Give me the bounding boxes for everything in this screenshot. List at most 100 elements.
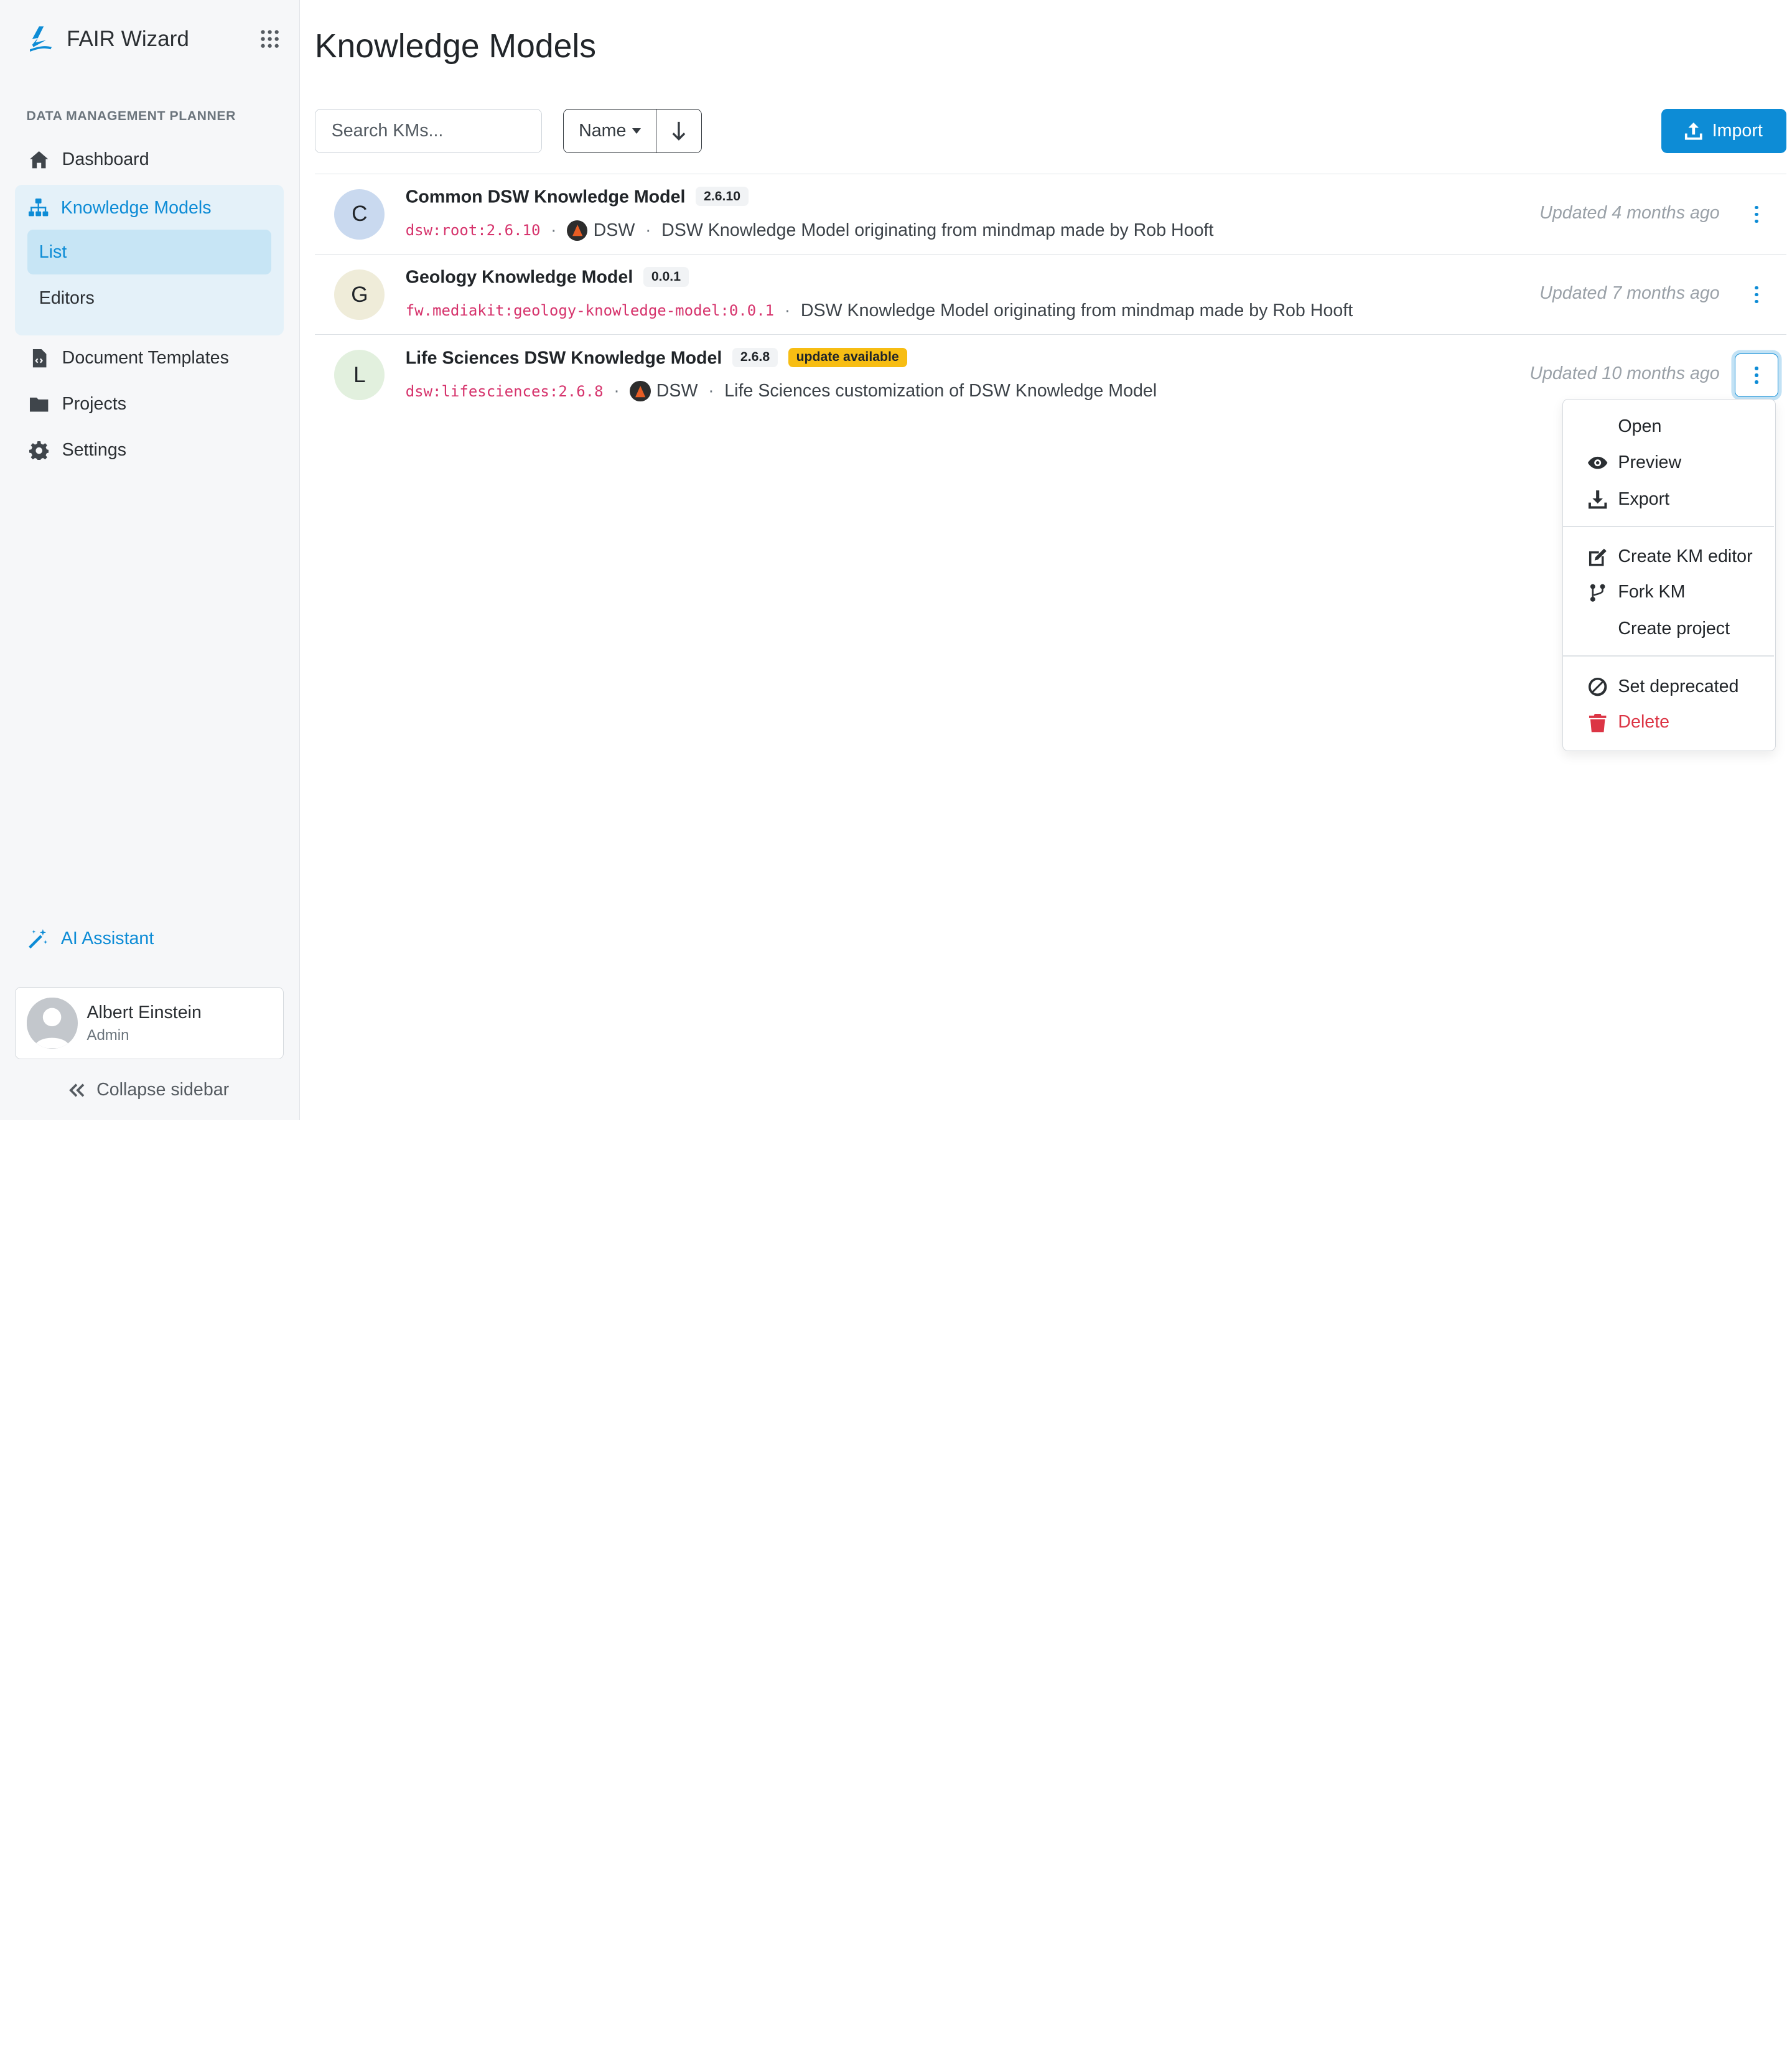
collapse-sidebar-label: Collapse sidebar [96, 1080, 230, 1100]
sidebar-item-knowledge-models[interactable]: Knowledge Models [15, 187, 284, 228]
menu-item-open[interactable]: Open [1563, 409, 1775, 444]
menu-item-delete[interactable]: Delete [1563, 705, 1775, 739]
brand[interactable]: FAIR Wizard [23, 21, 189, 57]
ban-icon [1588, 677, 1607, 696]
item-meta: fw.mediakit:geology-knowledge-model:0.0.… [406, 301, 1353, 321]
collapse-sidebar-button[interactable]: Collapse sidebar [68, 1080, 230, 1100]
separator: · [708, 381, 714, 401]
sidebar-subitem-label: Editors [39, 288, 95, 308]
list-item[interactable]: C Common DSW Knowledge Model 2.6.10 dsw:r… [314, 173, 1786, 254]
eye-icon [1588, 453, 1608, 472]
dsw-logo-icon [567, 220, 588, 241]
ellipsis-vertical-icon [1755, 204, 1758, 225]
item-title-row: Geology Knowledge Model 0.0.1 [406, 267, 689, 288]
user-role: Admin [86, 1026, 129, 1044]
menu-item-label: Create project [1618, 619, 1730, 639]
ellipsis-vertical-icon [1755, 284, 1758, 305]
item-meta: dsw:root:2.6.10 · DSW · DSW Knowledge Mo… [405, 220, 1214, 241]
item-name[interactable]: Geology Knowledge Model [406, 268, 633, 288]
knowledge-models-group: Knowledge Models List Editors [15, 185, 284, 336]
sort-field-label: Name [579, 120, 627, 141]
item-id: fw.mediakit:geology-knowledge-model:0.0.… [405, 302, 775, 320]
menu-item-label: Delete [1618, 711, 1670, 732]
item-avatar: L [334, 350, 385, 401]
item-actions-button[interactable] [1735, 273, 1778, 317]
avatar [27, 998, 78, 1049]
sidebar-item-label: Document Templates [62, 348, 229, 368]
item-name[interactable]: Common DSW Knowledge Model [406, 187, 686, 207]
sidebar-subitem-editors[interactable]: Editors [27, 276, 271, 320]
sort-direction-button[interactable] [656, 110, 701, 152]
user-name: Albert Einstein [86, 1002, 202, 1022]
separator: · [784, 300, 791, 320]
item-name[interactable]: Life Sciences DSW Knowledge Model [406, 348, 722, 368]
code-fork-icon [1588, 583, 1607, 602]
menu-divider [1562, 655, 1775, 657]
grid-menu-icon[interactable] [259, 29, 280, 49]
arrow-down-icon [672, 121, 686, 141]
item-title-row: Life Sciences DSW Knowledge Model 2.6.8 up… [406, 347, 907, 368]
trash-icon [1588, 713, 1607, 732]
version-badge: 0.0.1 [643, 267, 689, 287]
item-actions-button[interactable] [1735, 192, 1778, 236]
sidebar-item-dashboard[interactable]: Dashboard [15, 139, 284, 180]
sidebar-item-label: Knowledge Models [60, 197, 212, 218]
sort-field-dropdown[interactable]: Name [564, 110, 657, 152]
item-actions-menu: Open Preview Export Create KM editor For… [1562, 398, 1776, 752]
menu-item-label: Fork KM [1618, 582, 1686, 602]
item-updated: Updated 7 months ago [1539, 283, 1720, 304]
separator: · [614, 381, 620, 401]
menu-item-label: Open [1618, 416, 1662, 437]
item-id: dsw:root:2.6.10 [405, 222, 541, 240]
item-updated: Updated 10 months ago [1529, 363, 1720, 384]
home-icon [29, 149, 49, 170]
sidebar-item-label: Dashboard [62, 149, 149, 170]
menu-item-fork-km[interactable]: Fork KM [1563, 575, 1775, 609]
item-description: DSW Knowledge Model originating from min… [800, 300, 1353, 320]
magic-wand-icon [29, 929, 48, 948]
menu-item-create-km-editor[interactable]: Create KM editor [1563, 540, 1775, 574]
menu-item-create-project[interactable]: Create project [1563, 612, 1775, 646]
separator: · [551, 220, 557, 240]
sidebar-item-settings[interactable]: Settings [15, 429, 284, 470]
sidebar-section-title: DATA MANAGEMENT PLANNER [26, 109, 236, 124]
item-avatar: C [334, 189, 385, 240]
item-actions-button[interactable] [1734, 353, 1778, 397]
download-icon [1588, 490, 1607, 509]
sidebar: FAIR Wizard DATA MANAGEMENT PLANNER Dash… [0, 0, 300, 1120]
sidebar-item-document-templates[interactable]: Document Templates [15, 338, 284, 379]
gear-icon [29, 440, 49, 461]
dsw-logo-icon [630, 381, 651, 402]
menu-item-label: Preview [1618, 452, 1682, 472]
menu-item-set-deprecated[interactable]: Set deprecated [1563, 669, 1775, 703]
sidebar-item-projects[interactable]: Projects [15, 384, 284, 425]
ai-assistant-link[interactable]: AI Assistant [27, 929, 154, 949]
folder-icon [29, 394, 49, 414]
ai-assistant-label: AI Assistant [60, 928, 154, 948]
sidebar-subitem-list[interactable]: List [27, 230, 271, 275]
item-description: Life Sciences customization of DSW Knowl… [724, 381, 1157, 401]
menu-item-preview[interactable]: Preview [1563, 445, 1775, 479]
item-updated: Updated 4 months ago [1539, 202, 1720, 223]
search-input[interactable] [314, 109, 543, 153]
version-badge: 2.6.10 [696, 187, 749, 207]
sort-control: Name [562, 109, 702, 153]
file-code-icon [29, 348, 49, 368]
user-profile[interactable]: Albert Einstein Admin [15, 986, 284, 1060]
edit-icon [1588, 548, 1607, 567]
separator: · [645, 220, 651, 240]
version-badge: 2.6.8 [732, 347, 778, 367]
item-id: dsw:lifesciences:2.6.8 [405, 382, 604, 400]
item-meta: dsw:lifesciences:2.6.8 · DSW · Life Scie… [405, 381, 1157, 402]
menu-divider [1562, 525, 1775, 527]
sidebar-item-label: Projects [62, 394, 127, 414]
menu-item-export[interactable]: Export [1563, 482, 1775, 517]
fair-wizard-logo-icon [29, 26, 52, 52]
app-root: FAIR Wizard DATA MANAGEMENT PLANNER Dash… [0, 0, 1792, 1120]
list-item[interactable]: G Geology Knowledge Model 0.0.1 fw.mediak… [314, 253, 1786, 334]
upload-icon [1685, 122, 1703, 140]
import-label: Import [1712, 120, 1763, 141]
import-button[interactable]: Import [1661, 109, 1786, 153]
knowledge-model-list: C Common DSW Knowledge Model 2.6.10 dsw:r… [314, 173, 1786, 415]
item-description: DSW Knowledge Model originating from min… [661, 220, 1214, 240]
